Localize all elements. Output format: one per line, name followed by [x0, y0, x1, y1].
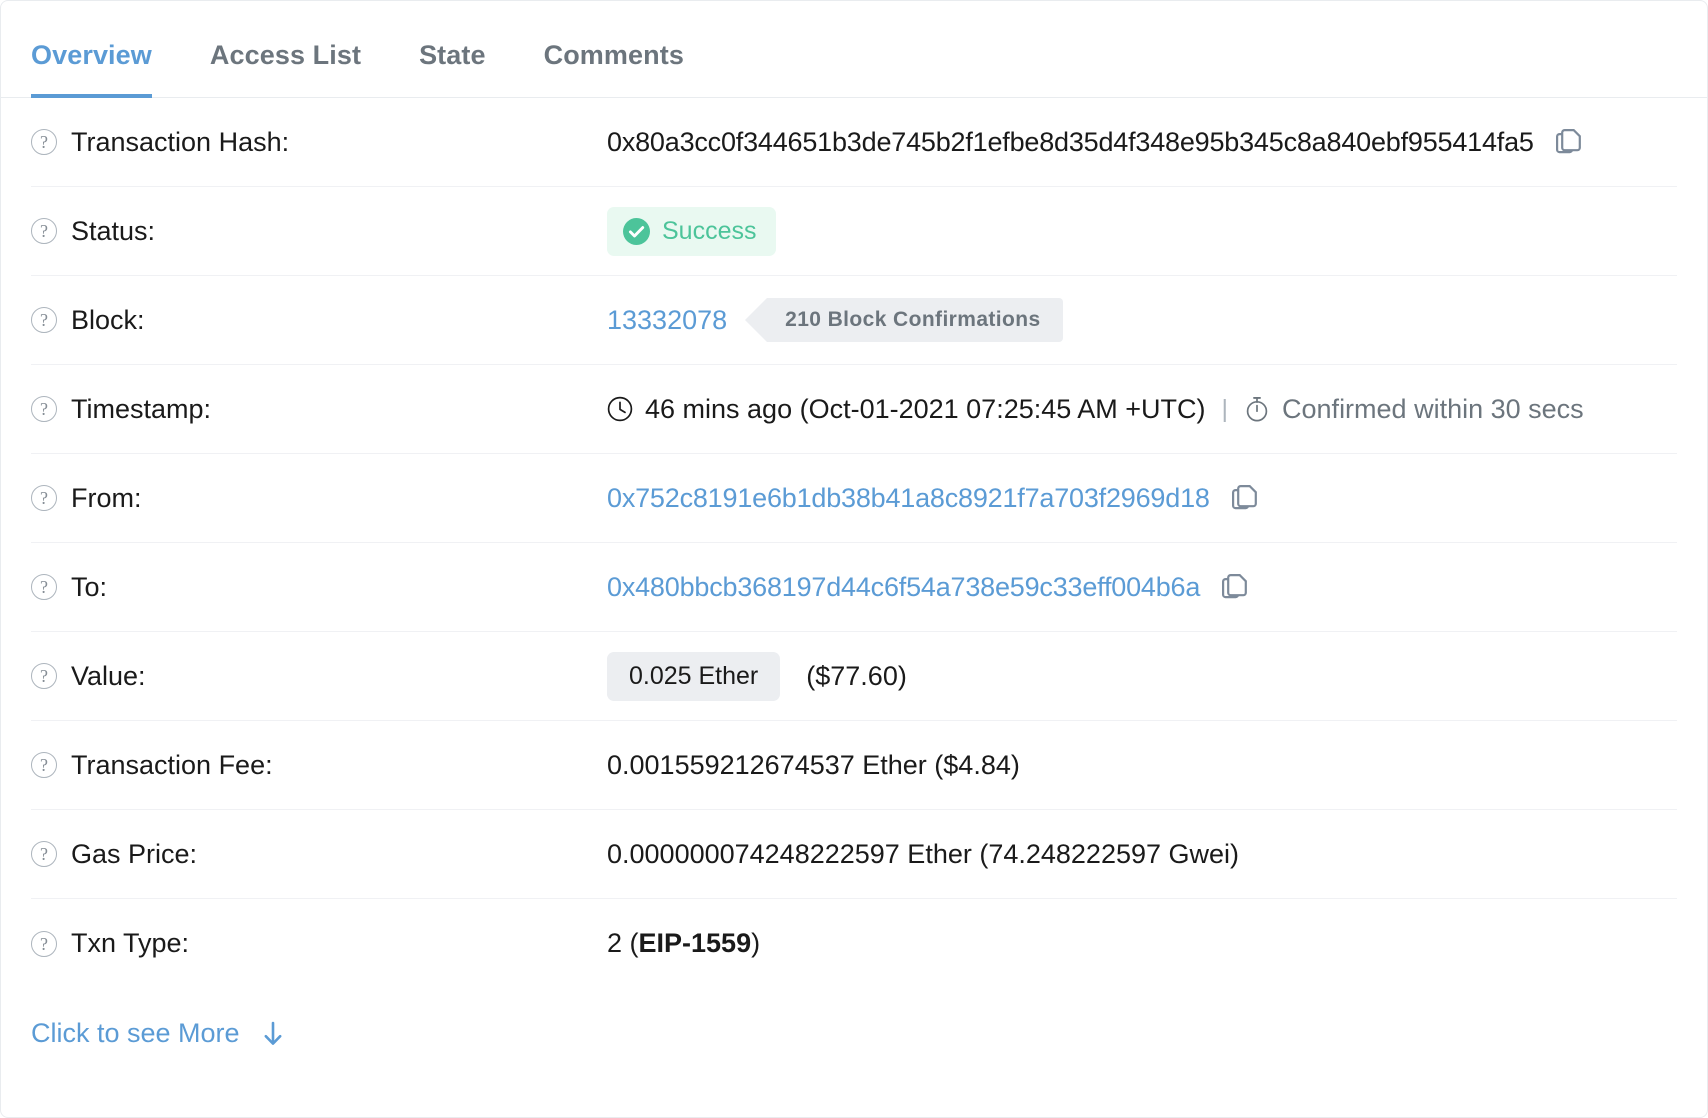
- label-gas-price: ? Gas Price:: [31, 839, 607, 870]
- transaction-hash-text: 0x80a3cc0f344651b3de745b2f1efbe8d35d4f34…: [607, 126, 1534, 157]
- confirmed-text: Confirmed within 30 secs: [1282, 393, 1584, 424]
- help-icon[interactable]: ?: [31, 218, 57, 244]
- label-value: ? Value:: [31, 661, 607, 692]
- value-transaction-fee: 0.001559212674537 Ether ($4.84): [607, 750, 1020, 781]
- ether-value-badge: 0.025 Ether: [607, 651, 781, 701]
- tab-overview-label: Overview: [31, 40, 152, 70]
- label-text: Transaction Hash:: [71, 126, 290, 157]
- label-text: To:: [71, 571, 108, 602]
- ether-value-text: 0.025 Ether: [629, 661, 759, 690]
- transaction-fee-text: 0.001559212674537 Ether ($4.84): [607, 749, 1020, 780]
- value-gas-price: 0.000000074248222597 Ether (74.248222597…: [607, 839, 1239, 870]
- clock-icon: [607, 396, 633, 422]
- row-block: ? Block: 13332078 210 Block Confirmation…: [31, 276, 1677, 365]
- value-from: 0x752c8191e6b1db38b41a8c8921f7a703f2969d…: [607, 483, 1258, 514]
- row-transaction-hash: ? Transaction Hash: 0x80a3cc0f344651b3de…: [31, 98, 1677, 187]
- tab-state[interactable]: State: [419, 40, 486, 97]
- timestamp-text: 46 mins ago (Oct-01-2021 07:25:45 AM +UT…: [645, 393, 1206, 424]
- timestamp-relative: 46 mins ago (Oct-01-2021 07:25:45 AM +UT…: [607, 394, 1206, 425]
- tab-comments[interactable]: Comments: [544, 40, 684, 97]
- value-txn-type: 2 (EIP-1559): [607, 928, 760, 959]
- label-text: Value:: [71, 660, 146, 691]
- tab-overview[interactable]: Overview: [31, 40, 152, 98]
- arrow-down-icon[interactable]: [262, 1021, 284, 1047]
- tab-access-list[interactable]: Access List: [210, 40, 361, 97]
- help-icon[interactable]: ?: [31, 930, 57, 957]
- transaction-details-card: Overview Access List State Comments ? Tr…: [0, 0, 1708, 1118]
- stopwatch-icon: [1244, 396, 1270, 422]
- click-to-see-more-row: Click to see More: [1, 988, 1707, 1049]
- from-address-link[interactable]: 0x752c8191e6b1db38b41a8c8921f7a703f2969d…: [607, 483, 1210, 514]
- label-text: Txn Type:: [71, 928, 190, 958]
- detail-rows: ? Transaction Hash: 0x80a3cc0f344651b3de…: [1, 98, 1707, 988]
- value-transaction-hash: 0x80a3cc0f344651b3de745b2f1efbe8d35d4f34…: [607, 127, 1582, 158]
- label-text: Timestamp:: [71, 393, 212, 424]
- row-to: ? To: 0x480bbcb368197d44c6f54a738e59c33e…: [31, 543, 1677, 632]
- row-status: ? Status: Success: [31, 187, 1677, 276]
- timestamp-confirmed: Confirmed within 30 secs: [1244, 394, 1584, 425]
- help-icon[interactable]: ?: [31, 485, 57, 511]
- tab-state-label: State: [419, 40, 486, 70]
- help-icon[interactable]: ?: [31, 574, 57, 600]
- row-transaction-fee: ? Transaction Fee: 0.001559212674537 Eth…: [31, 721, 1677, 810]
- label-text: Block:: [71, 304, 145, 335]
- label-status: ? Status:: [31, 216, 607, 247]
- row-timestamp: ? Timestamp: 46 mins ago (Oct-01-2021 07…: [31, 365, 1677, 454]
- usd-value-text: ($77.60): [806, 660, 907, 691]
- label-from: ? From:: [31, 483, 607, 514]
- label-transaction-fee: ? Transaction Fee:: [31, 750, 607, 781]
- help-icon[interactable]: ?: [31, 396, 57, 422]
- label-timestamp: ? Timestamp:: [31, 394, 607, 425]
- block-confirmations-badge: 210 Block Confirmations: [745, 298, 1063, 342]
- txn-type-suffix: ): [751, 928, 761, 958]
- help-icon[interactable]: ?: [31, 307, 57, 333]
- timestamp-separator: |: [1221, 394, 1229, 423]
- label-text: Status:: [71, 215, 156, 246]
- value-amount: 0.025 Ether ($77.60): [607, 651, 907, 701]
- value-timestamp: 46 mins ago (Oct-01-2021 07:25:45 AM +UT…: [607, 394, 1584, 425]
- label-block: ? Block:: [31, 305, 607, 336]
- row-from: ? From: 0x752c8191e6b1db38b41a8c8921f7a7…: [31, 454, 1677, 543]
- row-gas-price: ? Gas Price: 0.000000074248222597 Ether …: [31, 810, 1677, 899]
- click-to-see-more-link[interactable]: Click to see More: [31, 1018, 240, 1049]
- block-confirmations-text: 210 Block Confirmations: [785, 308, 1041, 331]
- label-txn-type: ? Txn Type:: [31, 928, 607, 959]
- label-text: From:: [71, 482, 142, 513]
- value-to: 0x480bbcb368197d44c6f54a738e59c33eff004b…: [607, 572, 1248, 603]
- copy-icon[interactable]: [1231, 484, 1258, 512]
- tab-access-list-label: Access List: [209, 40, 362, 70]
- label-text: Gas Price:: [71, 838, 198, 869]
- help-icon[interactable]: ?: [31, 129, 57, 155]
- label-to: ? To:: [31, 572, 607, 603]
- status-badge: Success: [607, 206, 777, 256]
- tab-comments-label: Comments: [543, 40, 684, 70]
- help-icon[interactable]: ?: [31, 752, 57, 778]
- label-text: Transaction Fee:: [71, 749, 273, 780]
- row-txn-type: ? Txn Type: 2 (EIP-1559): [31, 899, 1677, 988]
- gas-price-text: 0.000000074248222597 Ether (74.248222597…: [607, 838, 1240, 869]
- tab-bar: Overview Access List State Comments: [1, 1, 1707, 98]
- help-icon[interactable]: ?: [31, 841, 57, 867]
- row-value: ? Value: 0.025 Ether ($77.60): [31, 632, 1677, 721]
- check-circle-icon: [623, 217, 650, 245]
- status-text: Success: [662, 216, 757, 245]
- to-address-link[interactable]: 0x480bbcb368197d44c6f54a738e59c33eff004b…: [607, 572, 1200, 603]
- label-transaction-hash: ? Transaction Hash:: [31, 127, 607, 158]
- copy-icon[interactable]: [1222, 573, 1248, 601]
- copy-icon[interactable]: [1555, 128, 1582, 156]
- value-block: 13332078 210 Block Confirmations: [607, 298, 1063, 342]
- help-icon[interactable]: ?: [31, 663, 57, 689]
- txn-type-eip: EIP-1559: [638, 928, 752, 958]
- value-status: Success: [607, 206, 777, 256]
- txn-type-prefix: 2 (: [607, 928, 639, 958]
- block-number-link[interactable]: 13332078: [607, 305, 727, 336]
